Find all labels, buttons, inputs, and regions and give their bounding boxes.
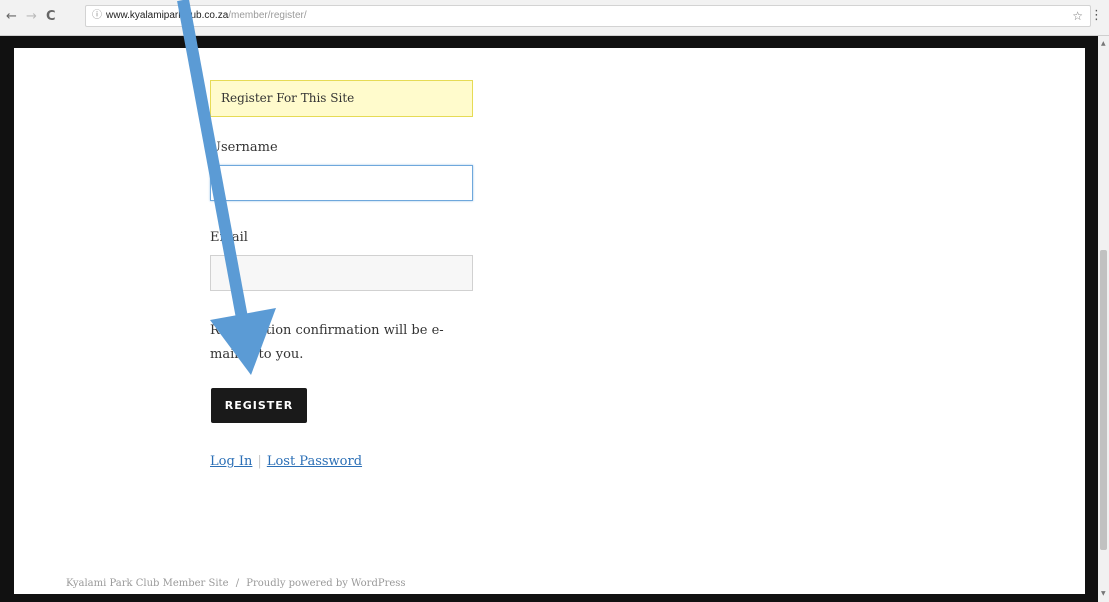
scroll-up-arrow-icon[interactable]: ▲ bbox=[1101, 40, 1106, 47]
info-icon[interactable]: ⓘ bbox=[92, 10, 102, 21]
browser-menu-icon[interactable]: ⋮ bbox=[1090, 8, 1103, 23]
scrollbar-thumb[interactable] bbox=[1100, 250, 1107, 550]
register-button[interactable]: REGISTER bbox=[211, 388, 307, 423]
url-path: /member/register/ bbox=[228, 10, 307, 21]
email-input[interactable] bbox=[210, 255, 473, 291]
login-link[interactable]: Log In bbox=[210, 454, 252, 469]
footer-powered-by[interactable]: Proudly powered by WordPress bbox=[246, 578, 405, 589]
confirmation-note: Registration confirmation will be e-mail… bbox=[210, 323, 444, 362]
link-separator: | bbox=[257, 454, 262, 469]
username-label: Username bbox=[210, 140, 278, 155]
url-host: www.kyalamiparkclub.co.za bbox=[106, 10, 229, 21]
form-links: Log In | Lost Password bbox=[210, 454, 362, 469]
address-bar[interactable]: ⓘ www.kyalamiparkclub.co.za/member/regist… bbox=[85, 5, 1091, 27]
register-notice: Register For This Site bbox=[210, 80, 473, 117]
email-label: Email bbox=[210, 230, 248, 245]
reload-icon[interactable]: C bbox=[46, 9, 56, 25]
forward-icon[interactable]: → bbox=[26, 9, 37, 25]
site-footer: Kyalami Park Club Member Site / Proudly … bbox=[66, 578, 406, 589]
bookmark-star-icon[interactable]: ☆ bbox=[1072, 9, 1083, 23]
username-input[interactable] bbox=[210, 165, 473, 201]
footer-site-name[interactable]: Kyalami Park Club Member Site bbox=[66, 578, 229, 589]
footer-separator: / bbox=[235, 578, 240, 589]
page-content: Register For This Site Username Email Re… bbox=[14, 48, 1085, 594]
back-icon[interactable]: ← bbox=[6, 9, 17, 25]
browser-toolbar: ← → C ⓘ www.kyalamiparkclub.co.za/member/… bbox=[0, 0, 1109, 36]
lost-password-link[interactable]: Lost Password bbox=[267, 454, 362, 469]
scroll-down-arrow-icon[interactable]: ▼ bbox=[1101, 590, 1106, 597]
